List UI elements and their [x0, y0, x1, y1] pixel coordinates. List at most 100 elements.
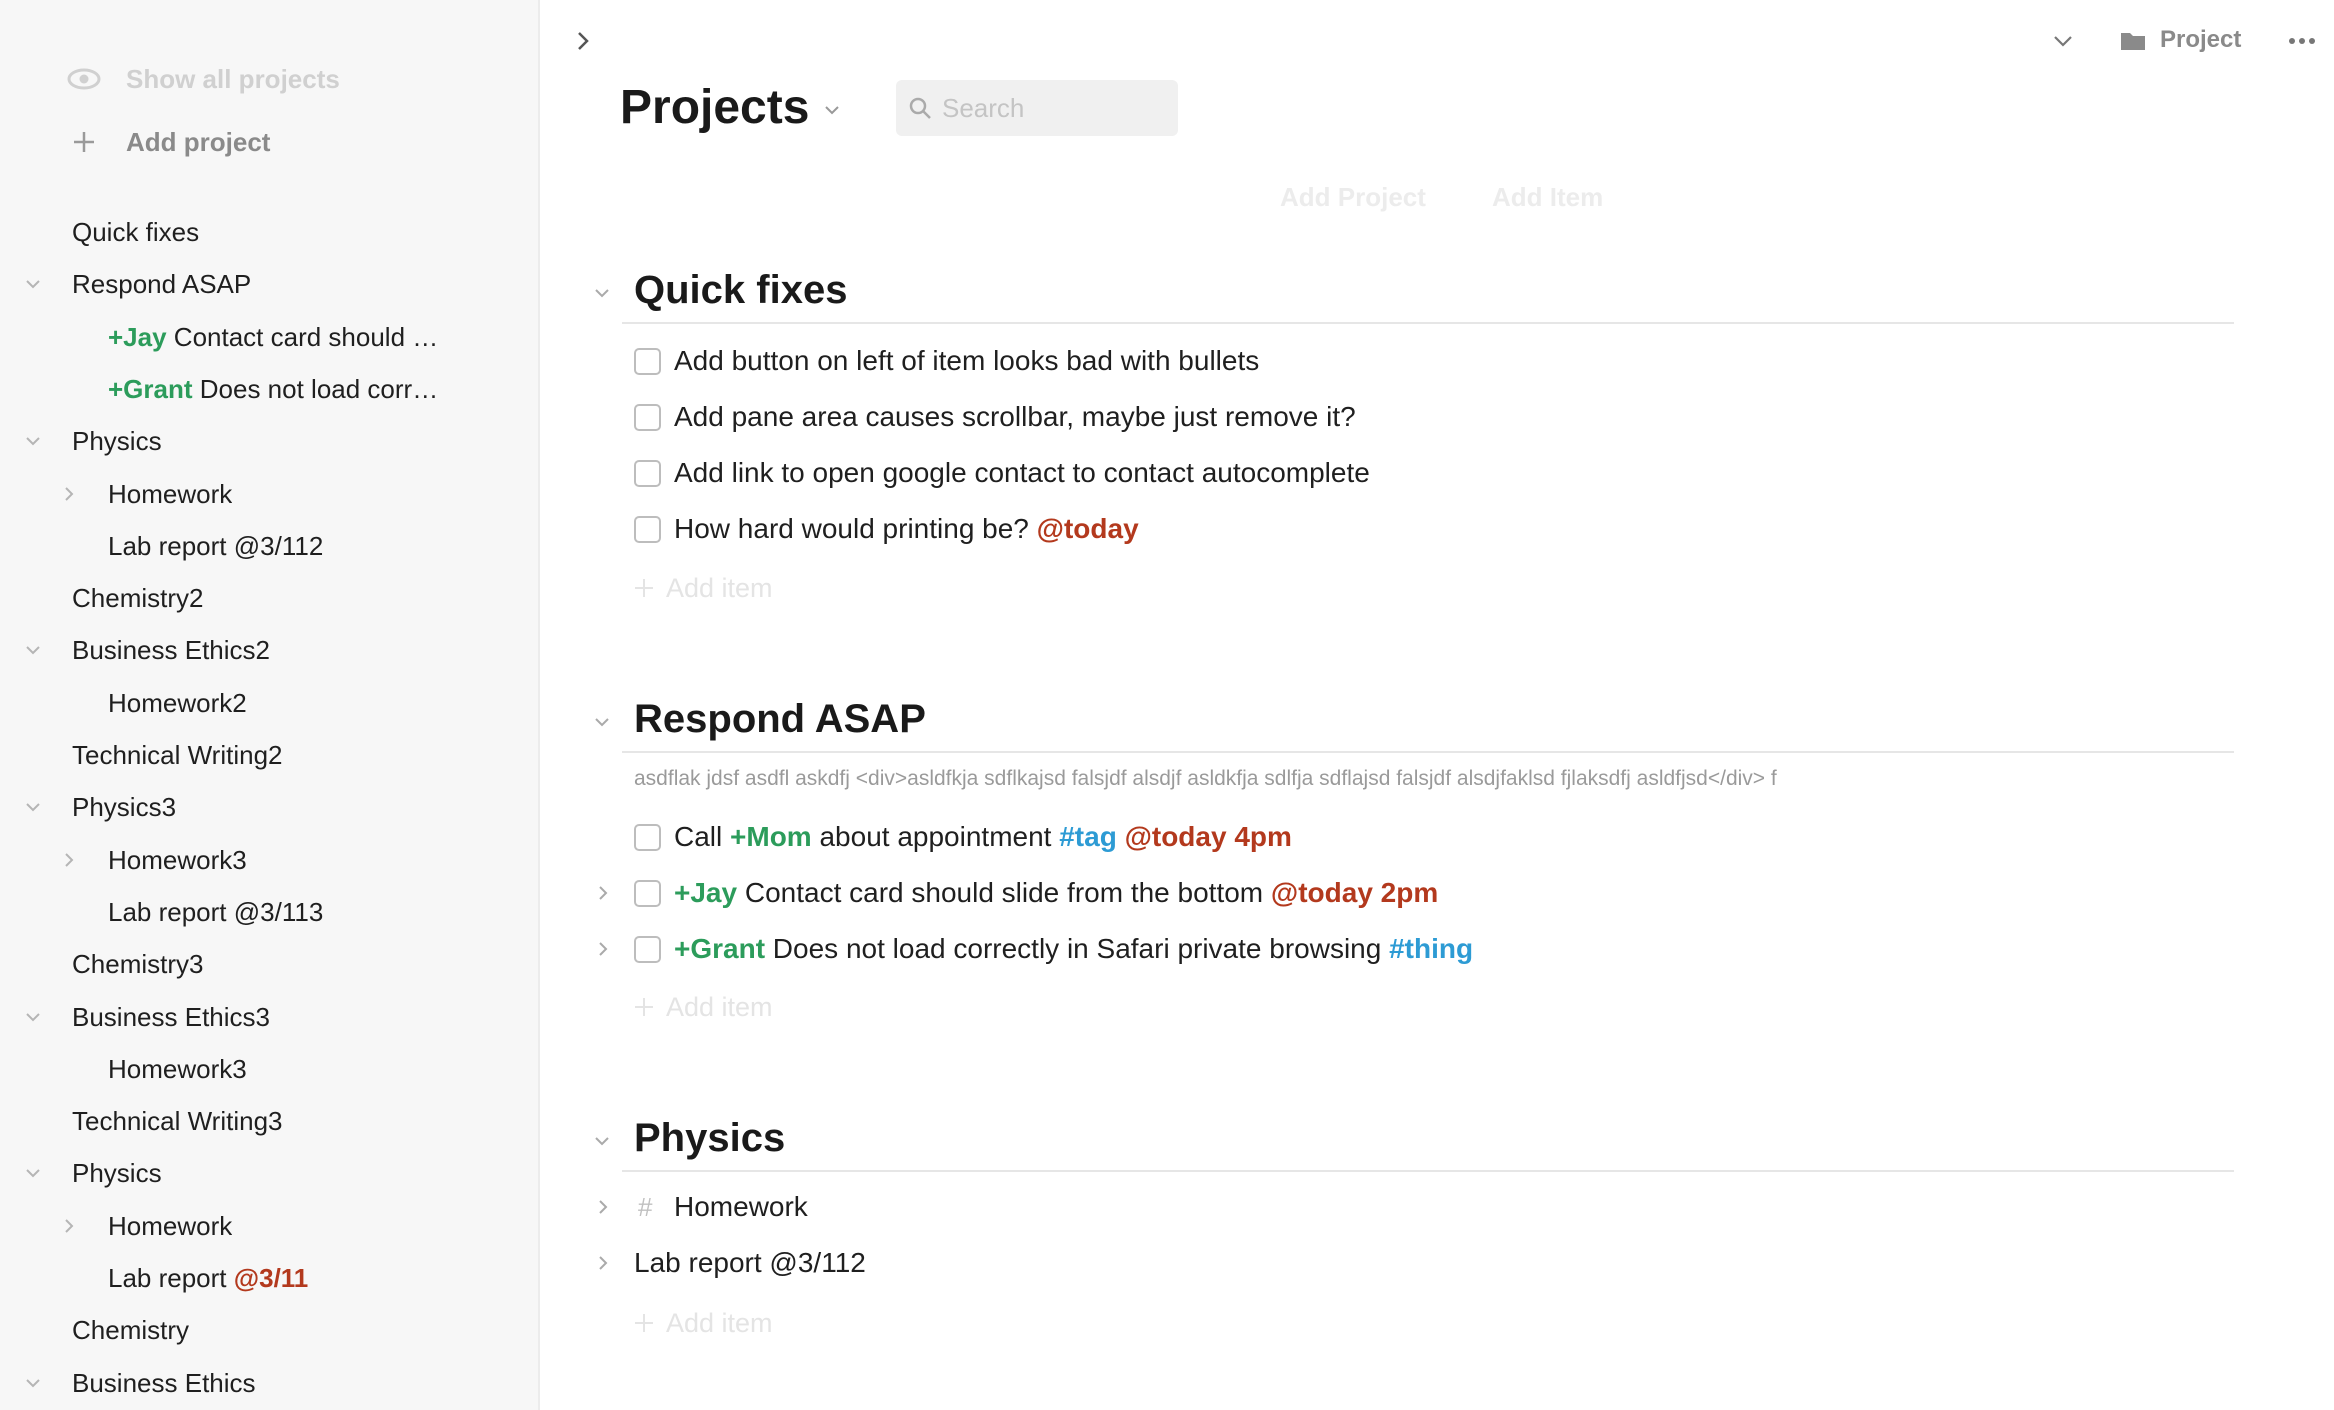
task-row: Add link to open google contact to conta…: [542, 448, 2242, 498]
sidebar-item[interactable]: Technical Writing2: [0, 729, 538, 781]
task-text[interactable]: How hard would printing be? @today: [674, 513, 1139, 545]
sidebar-item[interactable]: Business Ethics3: [0, 991, 538, 1043]
project-menu-button[interactable]: Project: [2120, 22, 2241, 58]
collapse-toggle[interactable]: [22, 1372, 44, 1394]
collapse-toggle[interactable]: [22, 796, 44, 818]
sidebar-item-text: Physics: [72, 425, 162, 456]
expand-subproject-button[interactable]: [592, 1196, 614, 1218]
page-title: Projects: [620, 81, 810, 134]
task-text[interactable]: +Jay Contact card should slide from the …: [674, 877, 1438, 909]
task-checkbox[interactable]: [634, 823, 661, 851]
view-options-button[interactable]: [2050, 28, 2076, 54]
expand-task-button[interactable]: [592, 938, 614, 960]
task-text[interactable]: Add link to open google contact to conta…: [674, 457, 1370, 489]
title-dropdown-button[interactable]: [820, 98, 844, 122]
collapse-toggle[interactable]: [22, 1006, 44, 1028]
sidebar-item-label: Lab report @3/112: [108, 531, 323, 562]
sidebar-item-label: Homework2: [108, 688, 247, 719]
sidebar-item[interactable]: Physics: [0, 1147, 538, 1199]
note-title[interactable]: Lab report @3/112: [634, 1247, 866, 1279]
search-input[interactable]: [942, 92, 1162, 124]
task-text[interactable]: +Grant Does not load correctly in Safari…: [674, 933, 1473, 965]
hashtag[interactable]: #tag: [1059, 821, 1117, 852]
expand-task-button[interactable]: [592, 882, 614, 904]
sidebar-item[interactable]: Chemistry3: [0, 938, 538, 990]
mention-tag[interactable]: +Jay: [674, 877, 737, 908]
sidebar-item[interactable]: +Jay Contact card should …: [0, 311, 538, 363]
add-project-button[interactable]: Add project: [64, 118, 270, 166]
sidebar-item[interactable]: +Grant Does not load corr…: [0, 363, 538, 415]
collapse-toggle[interactable]: [22, 273, 44, 295]
sidebar-item[interactable]: Lab report @3/11: [0, 1252, 538, 1304]
collapse-toggle[interactable]: [22, 430, 44, 452]
expand-toggle[interactable]: [58, 483, 80, 505]
sidebar-item[interactable]: Business Ethics: [0, 1357, 538, 1409]
more-options-button[interactable]: [2282, 26, 2322, 56]
section-divider: [622, 322, 2234, 324]
sidebar-item[interactable]: Quick fixes: [0, 206, 538, 258]
task-text[interactable]: Call +Mom about appointment #tag @today …: [674, 821, 1292, 853]
sidebar-item[interactable]: Homework3: [0, 834, 538, 886]
task-text[interactable]: Add pane area causes scrollbar, maybe ju…: [674, 401, 1356, 433]
task-row: +Jay Contact card should slide from the …: [542, 868, 2242, 918]
task-checkbox[interactable]: [634, 403, 661, 431]
project-menu-label: Project: [2160, 26, 2242, 53]
sidebar-item[interactable]: Respond ASAP: [0, 258, 538, 310]
subproject-title[interactable]: Homework: [674, 1191, 808, 1223]
expand-toggle[interactable]: [58, 849, 80, 871]
sidebar-item[interactable]: Homework2: [0, 677, 538, 729]
add-item-label: Add item: [666, 991, 773, 1022]
folder-icon: [2120, 29, 2146, 51]
sidebar-item[interactable]: Homework: [0, 1200, 538, 1252]
add-project-label: Add project: [126, 126, 271, 157]
task-checkbox[interactable]: [634, 459, 661, 487]
sidebar-item[interactable]: Chemistry: [0, 1304, 538, 1356]
task-checkbox[interactable]: [634, 515, 661, 543]
due-date-tag[interactable]: @today 2pm: [1271, 877, 1438, 908]
chevron-down-icon: [825, 106, 839, 115]
sidebar-item-label: Lab report @3/113: [108, 897, 323, 928]
add-item-toolbar-button[interactable]: Add Item: [1492, 182, 1603, 213]
add-item-button[interactable]: Add item: [634, 1303, 773, 1343]
collapse-section-quick-fixes[interactable]: [590, 281, 614, 305]
sidebar-item[interactable]: Lab report @3/113: [0, 886, 538, 938]
expand-sidebar-button[interactable]: [570, 28, 596, 54]
sidebar-item[interactable]: Business Ethics2: [0, 624, 538, 676]
due-date-tag[interactable]: @today: [1037, 513, 1139, 544]
chevron-right-icon: [65, 853, 74, 867]
collapse-section-physics[interactable]: [590, 1129, 614, 1153]
collapse-toggle[interactable]: [22, 1162, 44, 1184]
sidebar-item[interactable]: Technical Writing3: [0, 1095, 538, 1147]
subproject-row: # Homework: [542, 1182, 2242, 1232]
task-text[interactable]: Add button on left of item looks bad wit…: [674, 345, 1259, 377]
expand-note-button[interactable]: [592, 1252, 614, 1274]
sidebar-item[interactable]: Physics: [0, 415, 538, 467]
task-checkbox[interactable]: [634, 879, 661, 907]
sidebar-item[interactable]: Lab report @3/112: [0, 520, 538, 572]
collapse-toggle[interactable]: [22, 639, 44, 661]
due-date-tag[interactable]: @today 4pm: [1125, 821, 1292, 852]
sidebar-item-label: Business Ethics: [72, 1368, 256, 1399]
add-item-button[interactable]: Add item: [634, 987, 773, 1027]
chevron-down-icon: [26, 1379, 40, 1388]
mention-tag[interactable]: +Mom: [730, 821, 812, 852]
mention-tag[interactable]: +Grant: [674, 933, 765, 964]
collapse-section-respond-asap[interactable]: [590, 710, 614, 734]
sidebar-item-text: Homework2: [108, 687, 247, 718]
sidebar-item[interactable]: Chemistry2: [0, 572, 538, 624]
sidebar-item[interactable]: Physics3: [0, 781, 538, 833]
hashtag[interactable]: #thing: [1389, 933, 1473, 964]
add-item-button[interactable]: Add item: [634, 568, 773, 608]
sidebar-item[interactable]: Homework: [0, 468, 538, 520]
section-note[interactable]: asdflak jdsf asdfl askdfj <div>asldfkja …: [634, 767, 1777, 791]
chevron-right-icon: [599, 1256, 608, 1270]
expand-toggle[interactable]: [58, 1215, 80, 1237]
task-checkbox[interactable]: [634, 347, 661, 375]
sidebar-item-text: Business Ethics3: [72, 1001, 270, 1032]
sidebar-item[interactable]: Homework3: [0, 1043, 538, 1095]
add-project-toolbar-button[interactable]: Add Project: [1280, 182, 1426, 213]
search-field[interactable]: [896, 80, 1178, 136]
task-checkbox[interactable]: [634, 935, 661, 963]
show-all-projects-button[interactable]: Show all projects: [64, 55, 340, 103]
app-window: Show all projects Add project Quick fixe…: [0, 0, 2334, 1410]
